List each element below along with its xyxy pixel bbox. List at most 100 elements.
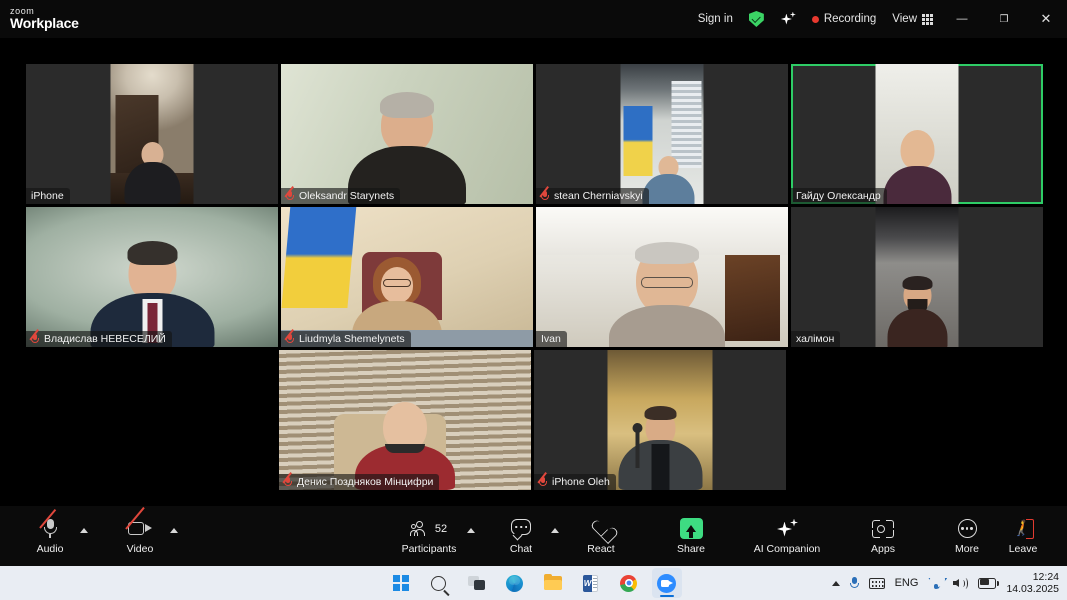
participants-control-group: 52 Participants: [393, 508, 475, 564]
ai-companion-label: AI Companion: [754, 543, 821, 555]
participant-name: Денис Поздняков Мінцифри: [297, 476, 433, 488]
meeting-toolbar: Audio Video 52: [0, 506, 1067, 566]
language-indicator[interactable]: ENG: [895, 577, 919, 589]
audio-options-chevron-icon[interactable]: [80, 528, 88, 533]
task-view-button[interactable]: [462, 568, 492, 598]
share-screen-button[interactable]: Share: [663, 508, 719, 564]
system-tray: ENG 12:24 14.03.2025: [832, 571, 1059, 595]
touch-keyboard-button[interactable]: [869, 578, 885, 589]
participant-name: Liudmyla Shemelynets: [299, 333, 405, 345]
participant-name: Владислав НЕВЕСЕЛИЙ: [44, 333, 166, 345]
title-bar: zoom Workplace Sign in Recording View: [0, 0, 1067, 38]
participant-video: [279, 350, 531, 490]
apps-button[interactable]: Apps: [855, 508, 911, 564]
participant-name-bar: Денис Поздняков Мінцифри: [279, 474, 439, 490]
speaker-icon: [953, 577, 968, 589]
participant-tile[interactable]: iPhone Oleh: [534, 350, 786, 490]
title-bar-controls: Sign in Recording View —: [690, 0, 1067, 38]
chrome-app[interactable]: [614, 568, 644, 598]
minimize-button[interactable]: —: [941, 0, 983, 38]
windows-taskbar: W ENG: [0, 566, 1067, 600]
participant-tile[interactable]: халімон: [791, 207, 1043, 347]
audio-label: Audio: [37, 543, 64, 555]
participant-video: [26, 207, 278, 347]
sign-in-button[interactable]: Sign in: [690, 0, 741, 38]
participant-video: [621, 64, 704, 204]
video-grid-row: Денис Поздняков Мінцифри: [279, 350, 786, 490]
volume-button[interactable]: [953, 577, 968, 589]
microphone-icon: [850, 577, 859, 590]
participants-options-chevron-icon[interactable]: [467, 528, 475, 533]
keyboard-icon: [869, 578, 885, 589]
participant-name-bar: Liudmyla Shemelynets: [281, 331, 411, 347]
participant-tile[interactable]: Владислав НЕВЕСЕЛИЙ: [26, 207, 278, 347]
clock[interactable]: 12:24 14.03.2025: [1006, 571, 1059, 595]
zoom-icon: [657, 574, 676, 593]
participant-name-bar: Ivan: [536, 331, 567, 347]
search-button[interactable]: [424, 568, 454, 598]
react-button[interactable]: React: [573, 508, 629, 564]
zoom-app[interactable]: [652, 568, 682, 598]
video-mute-button[interactable]: Video: [112, 508, 168, 564]
view-button[interactable]: View: [884, 0, 941, 38]
chat-label: Chat: [510, 543, 532, 555]
participant-tile[interactable]: Ivan: [536, 207, 788, 347]
clock-date: 14.03.2025: [1006, 583, 1059, 595]
minimize-icon: —: [957, 13, 968, 25]
participant-name-bar: iPhone Oleh: [534, 474, 616, 490]
chevron-up-icon: [832, 581, 840, 586]
close-button[interactable]: ✕: [1025, 0, 1067, 38]
participant-name-bar: Oleksandr Starynets: [281, 188, 400, 204]
video-grid-row: iPhone Oleksandr Starynets: [26, 64, 1043, 204]
participant-tile[interactable]: stean Cherniavskyi: [536, 64, 788, 204]
encryption-status-button[interactable]: [741, 0, 772, 38]
participant-name: Гайду Олександр: [796, 190, 881, 202]
chat-bubble-icon: [511, 519, 531, 538]
participant-tile[interactable]: Oleksandr Starynets: [281, 64, 533, 204]
chrome-icon: [620, 575, 637, 592]
participant-name: халімон: [796, 333, 834, 345]
task-view-icon: [468, 576, 485, 590]
participant-name-bar: Гайду Олександр: [791, 188, 887, 204]
participant-name: stean Cherniavskyi: [554, 190, 643, 202]
participant-video: [876, 64, 959, 204]
file-explorer-app[interactable]: [538, 568, 568, 598]
ai-companion-button[interactable]: AI Companion: [747, 508, 827, 564]
microphone-muted-icon: [539, 476, 548, 488]
leave-meeting-button[interactable]: 🚶 Leave: [995, 508, 1051, 564]
participants-button[interactable]: 52 Participants: [393, 508, 465, 564]
apps-label: Apps: [871, 543, 895, 555]
close-icon: ✕: [1041, 11, 1052, 27]
recording-indicator[interactable]: Recording: [804, 0, 884, 38]
start-button[interactable]: [386, 568, 416, 598]
wifi-button[interactable]: [928, 577, 943, 589]
participant-name: Ivan: [541, 333, 561, 345]
participant-tile[interactable]: Денис Поздняков Мінцифри: [279, 350, 531, 490]
apps-icon: [872, 520, 894, 538]
leave-label: Leave: [1009, 543, 1038, 555]
participant-tile[interactable]: iPhone: [26, 64, 278, 204]
audio-mute-button[interactable]: Audio: [22, 508, 78, 564]
word-glyph: W: [583, 575, 592, 592]
heart-icon: [592, 521, 611, 538]
more-button[interactable]: More: [939, 508, 995, 564]
participant-name-bar: iPhone: [26, 188, 70, 204]
ai-sparkle-icon: [776, 519, 798, 539]
tray-microphone-button[interactable]: [850, 577, 859, 590]
participant-tile-active-speaker[interactable]: Гайду Олександр: [791, 64, 1043, 204]
camera-muted-icon: [128, 521, 152, 537]
video-options-chevron-icon[interactable]: [170, 528, 178, 533]
ai-sparkle-icon: [780, 12, 796, 27]
maximize-icon: ❐: [1000, 14, 1009, 25]
edge-app[interactable]: [500, 568, 530, 598]
word-app[interactable]: W: [576, 568, 606, 598]
participant-tile[interactable]: Liudmyla Shemelynets: [281, 207, 533, 347]
chat-options-chevron-icon[interactable]: [551, 528, 559, 533]
battery-button[interactable]: [978, 578, 996, 589]
tray-expand-button[interactable]: [832, 581, 840, 586]
file-explorer-icon: [544, 576, 562, 590]
maximize-button[interactable]: ❐: [983, 0, 1025, 38]
chat-button[interactable]: Chat: [493, 508, 549, 564]
participant-name: iPhone: [31, 190, 64, 202]
ai-companion-titlebar-button[interactable]: [772, 0, 804, 38]
